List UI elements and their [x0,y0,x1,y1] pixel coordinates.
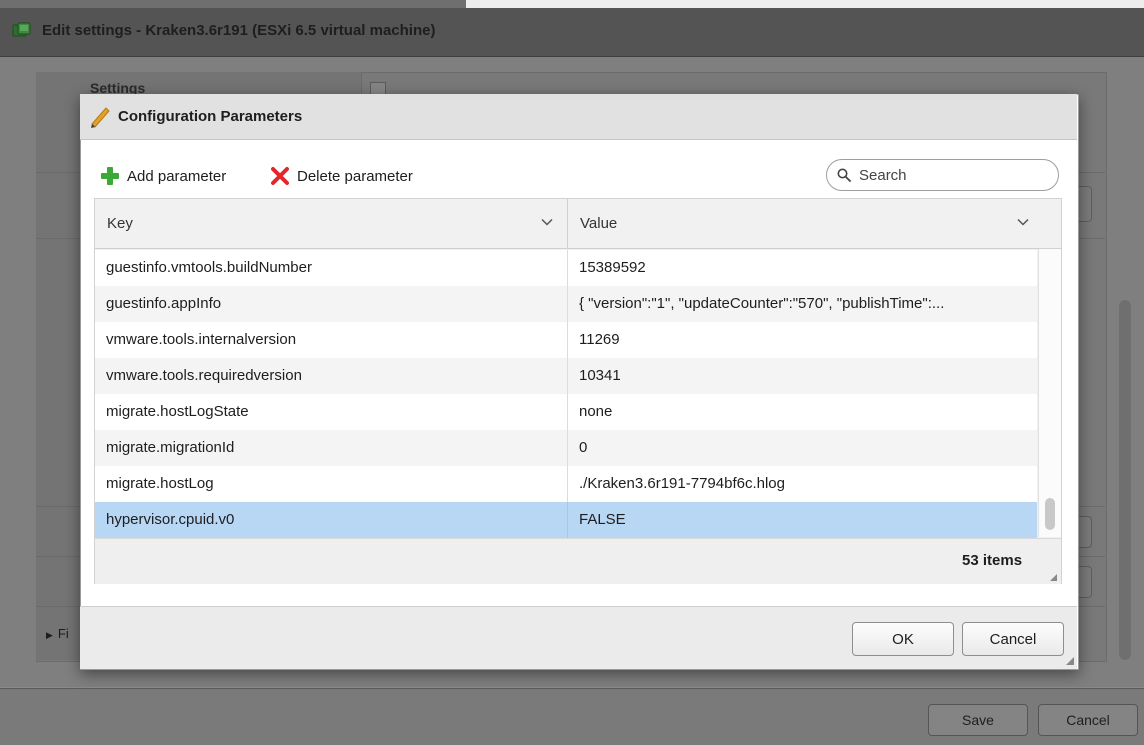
grid-footer [95,538,1061,584]
table-row[interactable]: vmware.tools.internalversion 11269 [95,322,1037,358]
outer-scrollbar[interactable] [1119,300,1131,660]
resize-grip-icon[interactable] [1050,574,1057,581]
table-row[interactable]: guestinfo.appInfo { "version":"1", "upda… [95,286,1037,322]
top-strip-shade [0,0,466,8]
column-divider [567,286,568,322]
column-divider [567,322,568,358]
column-divider [567,430,568,466]
column-header-key[interactable]: Key [95,199,568,248]
outer-collapsed-section-label: Fi [57,626,69,641]
outer-collapsed-section[interactable]: ▶ Fi [46,626,69,641]
plus-icon [101,167,119,185]
search-icon [837,168,851,182]
param-key: vmware.tools.internalversion [106,331,297,348]
column-header-key-label: Key [107,215,133,232]
add-parameter-button[interactable]: Add parameter [100,164,226,188]
column-header-value-label: Value [580,215,618,232]
param-value: ./Kraken3.6r191-7794bf6c.hlog [579,475,785,492]
table-row[interactable]: guestinfo.vmtools.buildNumber 15389592 [95,250,1037,286]
outer-cancel-button[interactable]: Cancel [1038,704,1138,736]
outer-dialog-title: Edit settings - Kraken3.6r191 (ESXi 6.5 … [42,22,436,39]
dialog-title: Configuration Parameters [118,108,303,125]
param-key: vmware.tools.requiredversion [106,367,302,384]
search-box[interactable] [826,159,1059,191]
column-divider [567,502,568,538]
column-divider [567,466,568,502]
x-icon [271,167,289,185]
table-row[interactable]: migrate.migrationId 0 [95,430,1037,466]
param-value: 10341 [579,367,621,384]
table-row-selected[interactable]: hypervisor.cpuid.v0 FALSE [95,502,1037,538]
chevron-right-icon: ▶ [46,630,53,640]
column-divider [567,250,568,286]
param-value: FALSE [579,511,626,528]
param-value: none [579,403,613,420]
pencil-icon [91,107,110,128]
column-divider [567,358,568,394]
vm-icon [12,22,31,37]
save-button[interactable]: Save [928,704,1028,736]
cancel-button[interactable]: Cancel [962,622,1064,656]
ok-button[interactable]: OK [852,622,954,656]
param-value: 15389592 [579,259,646,276]
column-header-value[interactable]: Value [569,199,1037,248]
search-input[interactable] [857,165,1041,185]
add-parameter-label: Add parameter [127,167,227,185]
column-divider [567,394,568,430]
table-row[interactable]: migrate.hostLogState none [95,394,1037,430]
param-value: { "version":"1", "updateCounter":"570", … [579,295,945,312]
param-key: hypervisor.cpuid.v0 [106,511,235,528]
param-key: guestinfo.appInfo [106,295,222,312]
param-key: migrate.hostLog [106,475,214,492]
delete-parameter-button[interactable]: Delete parameter [270,164,413,188]
param-key: migrate.migrationId [106,439,235,456]
table-row[interactable]: vmware.tools.requiredversion 10341 [95,358,1037,394]
chevron-down-icon[interactable] [1016,215,1030,229]
param-key: migrate.hostLogState [106,403,249,420]
grid-scrollbar[interactable] [1038,249,1061,537]
chevron-down-icon[interactable] [540,215,554,229]
resize-grip-icon[interactable] [1066,657,1074,665]
table-row[interactable]: migrate.hostLog ./Kraken3.6r191-7794bf6c… [95,466,1037,502]
items-count: 53 items [962,552,1023,569]
grid-scrollbar-thumb[interactable] [1045,498,1055,530]
param-value: 11269 [579,331,620,348]
delete-parameter-label: Delete parameter [297,167,413,185]
param-key: guestinfo.vmtools.buildNumber [106,259,312,276]
param-value: 0 [579,439,588,456]
